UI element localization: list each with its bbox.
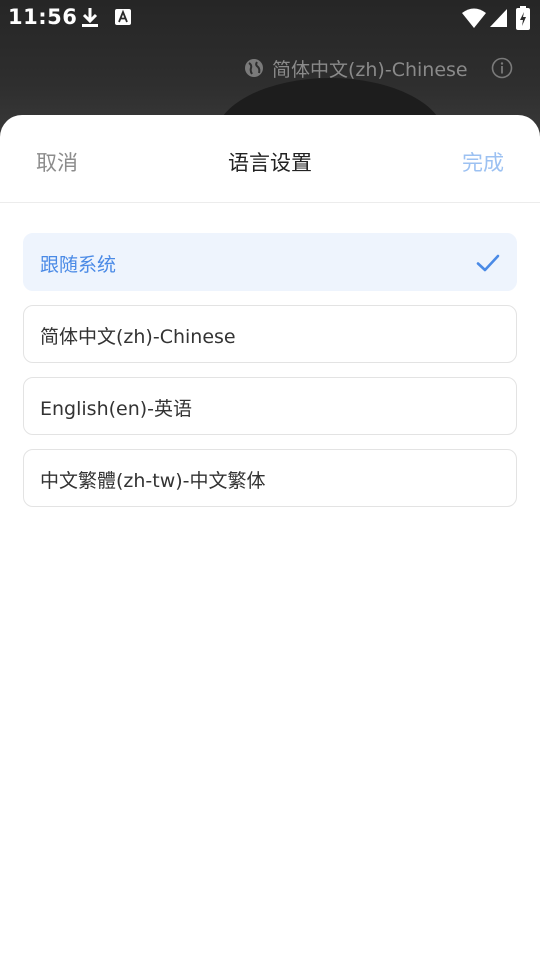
language-settings-sheet: 取消 语言设置 完成 跟随系统 简体中文(zh)-Chinese English… bbox=[0, 115, 540, 960]
wifi-icon bbox=[462, 8, 486, 28]
sheet-header: 取消 语言设置 完成 bbox=[0, 115, 540, 203]
option-label: 中文繁體(zh-tw)-中文繁体 bbox=[40, 470, 266, 492]
sheet-title: 语言设置 bbox=[228, 151, 312, 175]
download-icon bbox=[82, 8, 98, 27]
info-icon bbox=[491, 57, 513, 79]
option-simplified-chinese[interactable]: 简体中文(zh)-Chinese bbox=[23, 305, 517, 363]
option-english[interactable]: English(en)-英语 bbox=[23, 377, 517, 435]
language-option-list: 跟随系统 简体中文(zh)-Chinese English(en)-英语 中文繁… bbox=[23, 233, 517, 521]
option-label: 跟随系统 bbox=[40, 254, 117, 276]
signal-icon bbox=[490, 9, 507, 27]
battery-icon bbox=[516, 6, 530, 30]
a-icon bbox=[115, 9, 131, 25]
option-label: English(en)-英语 bbox=[40, 398, 193, 420]
globe-icon bbox=[245, 59, 263, 77]
done-button[interactable]: 完成 bbox=[462, 147, 504, 177]
status-time: 11:56 bbox=[8, 5, 78, 29]
checkmark-icon bbox=[476, 254, 500, 272]
background-language-button: 简体中文(zh)-Chinese bbox=[244, 55, 468, 81]
status-bar: 11:56 bbox=[0, 0, 540, 36]
option-label: 简体中文(zh)-Chinese bbox=[40, 326, 236, 348]
screen: 11:56 简体中文(zh)-Chinese 取消 语言设置 完成 跟随系统 简… bbox=[0, 0, 540, 960]
option-traditional-chinese[interactable]: 中文繁體(zh-tw)-中文繁体 bbox=[23, 449, 517, 507]
option-follow-system[interactable]: 跟随系统 bbox=[23, 233, 517, 291]
background-language-label: 简体中文(zh)-Chinese bbox=[272, 58, 468, 81]
